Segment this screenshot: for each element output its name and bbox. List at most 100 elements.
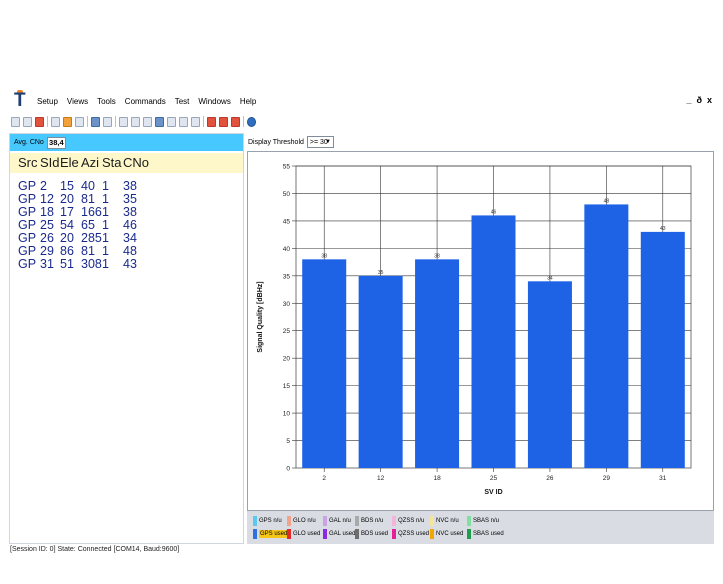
legend-swatch [430, 529, 434, 539]
grid-icon[interactable] [131, 116, 140, 127]
menu-help[interactable]: Help [240, 97, 256, 106]
legend-label: QZSS used [398, 531, 430, 537]
x-tick-label: 26 [546, 475, 554, 482]
toolbar [9, 113, 714, 130]
header-src: Src [18, 155, 38, 170]
toolbar-separator [115, 116, 116, 127]
menu-test[interactable]: Test [175, 97, 190, 106]
legend-swatch [392, 529, 396, 539]
legend-item: GLO n/u [287, 516, 316, 526]
legend-swatch [355, 529, 359, 539]
y-tick-label: 30 [283, 301, 291, 308]
record-icon[interactable] [75, 116, 84, 127]
legend-label: GAL n/u [329, 518, 351, 524]
view-icon[interactable] [119, 116, 128, 127]
close-button[interactable]: x [707, 95, 712, 105]
legend-item: GAL used [323, 529, 355, 539]
menu-setup[interactable]: Setup [37, 97, 58, 106]
status-bar: [Session ID: 0] State: Connected [COM14,… [10, 546, 180, 553]
toolbar-separator [203, 116, 204, 127]
menu-tools[interactable]: Tools [97, 97, 116, 106]
bar-sv-18 [415, 259, 460, 468]
y-tick-label: 10 [283, 411, 291, 418]
legend-label: NVC used [436, 531, 464, 537]
menu-windows[interactable]: Windows [198, 97, 230, 106]
bar-data-label: 35 [378, 270, 384, 276]
save-as-icon[interactable] [103, 116, 112, 127]
bars-icon[interactable] [143, 116, 152, 127]
legend-item: BDS used [355, 529, 388, 539]
chart-icon[interactable] [191, 116, 200, 127]
minimize-button[interactable]: _ [686, 95, 691, 105]
print-icon[interactable] [23, 116, 32, 127]
toolbar-separator [243, 116, 244, 127]
app-logo-icon: T [14, 90, 26, 111]
tool3-icon[interactable] [231, 116, 240, 127]
bar-sv-26 [527, 281, 572, 468]
y-tick-label: 5 [286, 438, 290, 445]
table-body: GP 2 15 40 1 38 GP 12 20 81 1 35 GP 18 17 166 1 38 GP 25 54 6… [10, 180, 243, 271]
constellation-legend: GPS n/u GLO n/u GAL n/u BDS n/u QZSS n/u NVC … [247, 511, 714, 544]
menu-commands[interactable]: Commands [125, 97, 166, 106]
legend-item: GLO used [287, 529, 320, 539]
legend-item: QZSS used [392, 529, 429, 539]
cell-ele: 51 [60, 257, 74, 271]
stop-icon[interactable] [51, 116, 60, 127]
star-icon[interactable] [155, 116, 164, 127]
toolbar-separator [47, 116, 48, 127]
legend-swatch [323, 529, 327, 539]
x-tick-label: 29 [603, 475, 611, 482]
satellite-list-panel: Avg. CNo 38,4 Src SId Ele Azi Sta CNo GP… [9, 133, 244, 544]
legend-item: QZSS n/u [392, 516, 424, 526]
pause-icon[interactable] [63, 116, 72, 127]
legend-swatch [430, 516, 434, 526]
legend-label: NVC n/u [436, 518, 459, 524]
y-tick-label: 15 [283, 383, 291, 390]
bar-sv-31 [640, 231, 685, 468]
satellite-table: Src SId Ele Azi Sta CNo GP 2 15 40 1 38 GP 12 20… [10, 153, 243, 271]
y-tick-label: 50 [283, 191, 291, 198]
plus-icon[interactable] [167, 116, 176, 127]
y-tick-label: 35 [283, 273, 291, 280]
bar-sv-2 [302, 259, 347, 468]
threshold-select[interactable]: >= 30 ▼ [306, 136, 334, 148]
header-cno: CNo [123, 155, 150, 170]
legend-label: GAL used [329, 531, 356, 537]
legend-swatch [467, 516, 471, 526]
window-controls: _ ð x [681, 95, 712, 105]
table-icon[interactable] [179, 116, 188, 127]
bar-data-label: 43 [660, 226, 666, 232]
tool1-icon[interactable] [207, 116, 216, 127]
menu-views[interactable]: Views [67, 97, 88, 106]
save-icon[interactable] [91, 116, 100, 127]
chevron-down-icon: ▼ [324, 139, 331, 145]
tool2-icon[interactable] [219, 116, 228, 127]
legend-label: BDS used [361, 531, 389, 537]
legend-label: GPS n/u [259, 518, 282, 524]
y-tick-label: 20 [283, 356, 291, 363]
legend-item: SBAS n/u [467, 516, 499, 526]
table-row[interactable]: GP 31 51 308 1 43 [10, 258, 243, 271]
legend-label: BDS n/u [361, 518, 384, 524]
legend-label: GLO used [293, 531, 321, 537]
app-window: T Setup Views Tools Commands Test Window… [9, 89, 714, 544]
bar-data-label: 38 [434, 253, 440, 259]
legend-swatch [287, 516, 291, 526]
doc-icon[interactable] [11, 116, 20, 127]
restore-button[interactable]: ð [696, 95, 702, 105]
cell-cno: 43 [123, 257, 137, 271]
menu-bar: T Setup Views Tools Commands Test Window… [9, 89, 714, 113]
bar-sv-29 [584, 204, 629, 468]
y-axis-label: Signal Quality [dBHz] [257, 281, 264, 352]
avg-cno-bar: Avg. CNo 38,4 [10, 134, 243, 151]
bar-sv-25 [471, 215, 516, 468]
header-ele: Ele [60, 155, 79, 170]
help-icon[interactable] [247, 116, 256, 127]
legend-swatch [392, 516, 396, 526]
header-sid: SId [40, 155, 60, 170]
y-tick-label: 45 [283, 218, 291, 225]
legend-label: GLO n/u [293, 518, 316, 524]
legend-label: GPS used [259, 530, 289, 538]
menu-items: Setup Views Tools Commands Test Windows … [37, 97, 265, 106]
delete-icon[interactable] [35, 116, 44, 127]
